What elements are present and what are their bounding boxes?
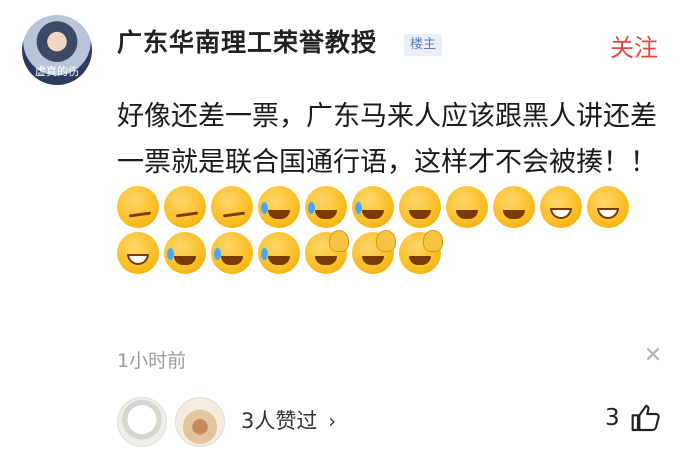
avatar[interactable]: 虚真的伤 [22, 15, 92, 85]
comment-text: 好像还差一票，广东马来人应该跟黑人讲还差一票就是联合国通行语，这样才不会被揍！！ [117, 101, 657, 178]
chevron-right-icon: › [328, 409, 337, 433]
emoji-row [117, 186, 634, 274]
liker-avatars[interactable] [117, 397, 227, 447]
thumbs-up-icon[interactable] [630, 402, 662, 434]
slap-emoji-icon [305, 230, 349, 274]
cry-emoji-icon [211, 232, 253, 274]
grin-emoji-icon [587, 186, 629, 228]
slap-emoji-icon [399, 230, 443, 274]
timestamp: 1小时前 [117, 350, 187, 372]
cry-emoji-icon [258, 186, 300, 228]
grin-emoji-icon [540, 186, 582, 228]
slap-emoji-icon [352, 230, 396, 274]
smirk-emoji-icon [164, 186, 206, 228]
laugh-emoji-icon [399, 186, 441, 228]
follow-button[interactable]: 关注 [610, 28, 658, 63]
close-icon[interactable]: ✕ [640, 343, 666, 369]
grin-emoji-icon [117, 232, 159, 274]
likes-summary[interactable]: 3人赞过 › [241, 405, 336, 435]
cry-emoji-icon [352, 186, 394, 228]
cry-emoji-icon [305, 186, 347, 228]
liker-avatar [175, 397, 225, 447]
cry-emoji-icon [258, 232, 300, 274]
op-badge: 楼主 [404, 34, 443, 56]
laugh-emoji-icon [493, 186, 535, 228]
liker-avatar [117, 397, 167, 447]
cry-emoji-icon [164, 232, 206, 274]
like-count: 3 [605, 405, 620, 431]
laugh-emoji-icon [446, 186, 488, 228]
likes-text: 3人赞过 [241, 409, 318, 433]
comment-body: 好像还差一票，广东马来人应该跟黑人讲还差一票就是联合国通行语，这样才不会被揍！！ [117, 94, 662, 278]
avatar-caption: 虚真的伤 [35, 65, 79, 78]
smirk-emoji-icon [211, 186, 253, 228]
username[interactable]: 广东华南理工荣誉教授 [117, 23, 377, 59]
smirk-emoji-icon [117, 186, 159, 228]
